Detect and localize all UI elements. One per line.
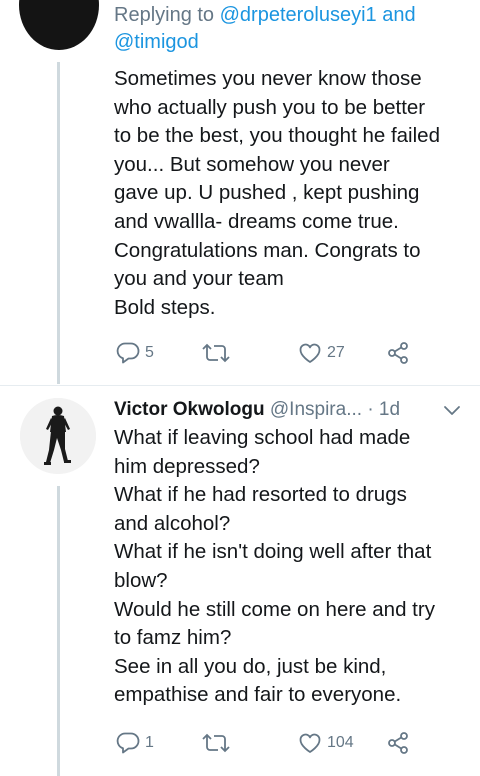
reply-icon [116,342,140,364]
reply-icon [116,732,140,754]
avatar[interactable] [19,0,99,50]
reply-count: 1 [145,734,154,751]
tweet-text-line: blow? [114,568,168,592]
like-count: 27 [327,344,345,361]
tweet-text-line: him depressed? [114,454,260,478]
tweet-text-line: Would he still come on here and try [114,597,435,621]
tweet-text-line: to be the best, you thought he failed [114,124,440,148]
tweet-text: Sometimes you never know those who actua… [114,65,474,322]
profile-photo [20,398,96,474]
tweet-text-line: you and your team [114,267,284,291]
tweet-text-line: who actually push you to be better [114,95,426,119]
like-button[interactable]: 104 [298,728,354,758]
tweet-text-line: to famz him? [114,626,232,650]
tweet-text-line: gave up. U pushed , kept pushing [114,181,420,205]
tweet-text-line: empathise and fair to everyone. [114,683,402,707]
retweet-icon [202,733,230,753]
tweet-text-line: What if leaving school had made [114,426,411,449]
reply-button[interactable]: 5 [116,338,154,368]
like-button[interactable]: 27 [298,338,345,368]
tweet-text-line: and vwallla- dreams come true. [114,209,399,233]
tweet-text-line: Bold steps. [114,295,216,319]
retweet-icon [202,343,230,363]
username[interactable]: @Inspira... [270,399,362,420]
tweet-text-line: Congratulations man. Congrats to [114,238,421,262]
retweet-button[interactable] [202,728,235,758]
tweet-text-line: What if he had resorted to drugs [114,483,407,507]
reply-count: 5 [145,344,154,361]
share-button[interactable] [386,728,410,758]
share-button[interactable] [386,338,410,368]
reply-button[interactable]: 1 [116,728,154,758]
tweet-text-line: and alcohol? [114,511,231,535]
tweet-text-line: What if he isn't doing well after that [114,540,432,564]
thread-connector-line [57,62,60,384]
timestamp[interactable]: · 1d [367,399,400,420]
tweet-text-line: See in all you do, just be kind, [114,654,387,678]
tweet-text-line: you... But somehow you never [114,152,390,176]
like-count: 104 [327,734,354,751]
tweet-divider [0,385,480,386]
tweet-actions: 5 27 [114,338,414,368]
chevron-down-icon [444,406,460,415]
tweet-header: Victor Okwologu @Inspira... · 1d [114,397,464,423]
heart-icon [299,343,321,363]
avatar[interactable] [20,398,96,474]
tweet-actions: 1 104 [114,728,414,758]
replying-to-label: Replying to [114,4,215,26]
share-icon [388,342,408,364]
tweet-menu-button[interactable] [443,404,461,418]
heart-icon [299,733,321,753]
tweet-text-line: Sometimes you never know those [114,67,422,90]
retweet-button[interactable] [202,338,235,368]
tweet-text: What if leaving school had made him depr… [114,424,474,710]
share-icon [388,732,408,754]
replying-to: Replying to @drpeteroluseyi1 and @timigo… [114,2,464,56]
display-name[interactable]: Victor Okwologu [114,399,265,420]
thread-connector-line [57,486,60,776]
